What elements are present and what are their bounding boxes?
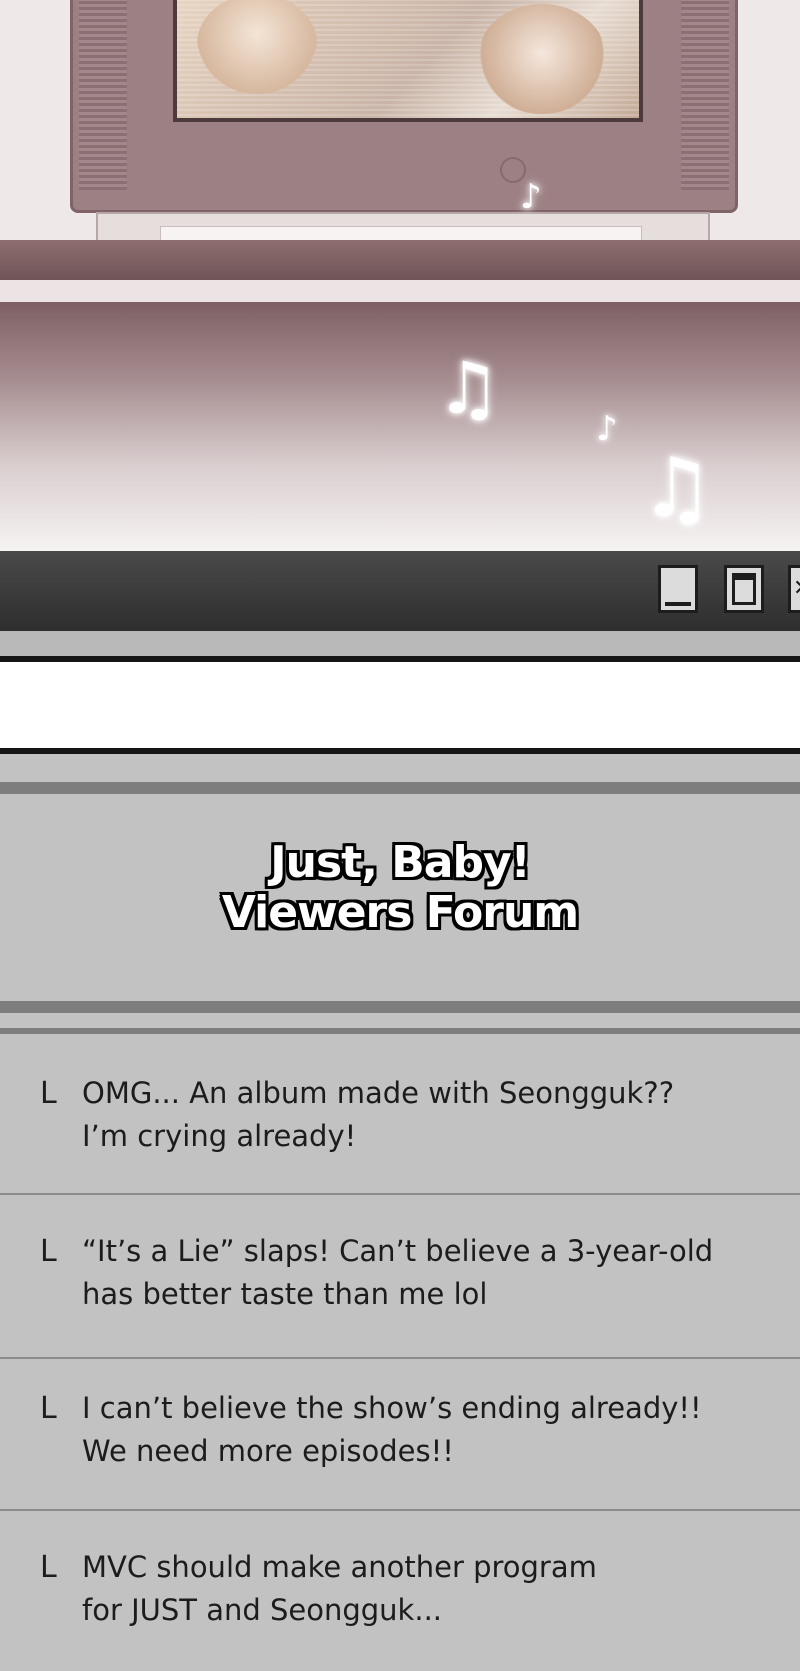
comment-text-line: MVC should make another program [82, 1550, 597, 1584]
forum-title: Just, Baby! Viewers Forum [0, 838, 800, 938]
comment-text-line: I’m crying already! [82, 1119, 357, 1153]
comment-text-line: for JUST and Seongguk... [82, 1593, 443, 1627]
comic-illustration-panel: ♪ ♫ ♪ ♫ [0, 0, 800, 551]
reply-marker-icon: L [40, 1550, 57, 1585]
screen-figure-boy [477, 4, 607, 114]
music-note-icon: ♫ [436, 346, 501, 430]
forum-comment: L OMG... An album made with Seongguk?? I… [0, 1072, 800, 1158]
screen-figure-child [197, 0, 317, 94]
music-note-icon: ♪ [520, 177, 542, 217]
reply-marker-icon: L [40, 1076, 57, 1111]
comment-divider [0, 1357, 800, 1359]
comment-text-line: “It’s a Lie” slaps! Can’t believe a 3-ye… [82, 1234, 714, 1268]
comment-text-line: We need more episodes!! [82, 1434, 454, 1468]
maximize-icon[interactable] [724, 565, 764, 613]
shelf-top [0, 280, 800, 302]
forum-title-line2: Viewers Forum [221, 887, 579, 938]
header-stripe-thin [0, 1028, 800, 1034]
comment-text-line: I can’t believe the show’s ending alread… [82, 1391, 702, 1425]
header-stripe [0, 1001, 800, 1013]
comment-divider [0, 1193, 800, 1195]
window-menu-band [0, 631, 800, 657]
tv-speaker-right [681, 0, 729, 190]
forum-comment: L MVC should make another program for JU… [0, 1546, 800, 1632]
forum-title-line1: Just, Baby! [270, 837, 530, 888]
television [70, 0, 738, 213]
forum-comment: L I can’t believe the show’s ending alre… [0, 1387, 800, 1473]
music-note-icon: ♪ [596, 409, 618, 449]
close-icon[interactable] [788, 565, 800, 613]
reply-marker-icon: L [40, 1234, 57, 1269]
tv-speaker-left [79, 0, 127, 190]
header-stripe [0, 782, 800, 794]
comment-text-line: OMG... An album made with Seongguk?? [82, 1076, 675, 1110]
comment-text-line: has better taste than me lol [82, 1277, 488, 1311]
minimize-icon[interactable] [658, 565, 698, 613]
shelf [0, 240, 800, 280]
address-bar [0, 662, 800, 748]
comment-divider [0, 1509, 800, 1511]
forum-comment: L “It’s a Lie” slaps! Can’t believe a 3-… [0, 1230, 800, 1316]
tv-screen [173, 0, 643, 122]
music-note-icon: ♫ [640, 441, 714, 536]
reply-marker-icon: L [40, 1391, 57, 1426]
